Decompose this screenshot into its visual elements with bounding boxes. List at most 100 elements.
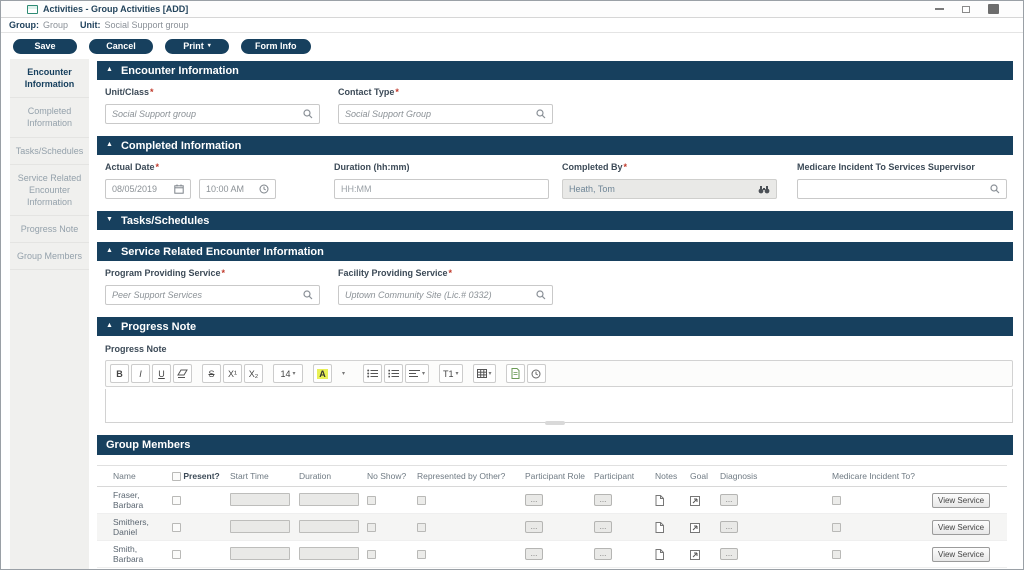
participant-lookup-button[interactable]: ... bbox=[594, 521, 612, 533]
unit-class-input[interactable] bbox=[112, 109, 299, 119]
cancel-button[interactable]: Cancel bbox=[89, 39, 153, 54]
clock-icon[interactable] bbox=[259, 184, 269, 194]
save-button[interactable]: Save bbox=[13, 39, 77, 54]
duration-label: Duration (hh:mm) bbox=[334, 162, 549, 172]
represented-checkbox[interactable] bbox=[417, 523, 426, 532]
medicare-supervisor-input[interactable] bbox=[804, 184, 986, 194]
medicare-incident-checkbox[interactable] bbox=[832, 523, 841, 532]
tasks-section-header[interactable]: ▼ Tasks/Schedules bbox=[97, 211, 1013, 230]
duration-input[interactable] bbox=[341, 184, 542, 194]
duration-input[interactable] bbox=[299, 493, 359, 506]
font-size-dropdown[interactable]: 14▾ bbox=[273, 364, 303, 383]
no-show-checkbox[interactable] bbox=[367, 550, 376, 559]
bullet-list-icon[interactable] bbox=[363, 364, 382, 383]
textarea-resize-handle[interactable] bbox=[545, 421, 565, 425]
table-dropdown[interactable]: ▾ bbox=[473, 364, 496, 383]
search-icon[interactable] bbox=[303, 290, 313, 300]
present-checkbox[interactable] bbox=[172, 496, 181, 505]
underline-button[interactable]: U bbox=[152, 364, 171, 383]
completed-by-input[interactable] bbox=[569, 184, 754, 194]
no-show-checkbox[interactable] bbox=[367, 523, 376, 532]
diagnosis-lookup-button[interactable]: ... bbox=[720, 494, 738, 506]
no-show-checkbox[interactable] bbox=[367, 496, 376, 505]
close-icon[interactable] bbox=[988, 4, 999, 14]
col-medicare-incident: Medicare Incident To? bbox=[830, 466, 930, 487]
search-icon[interactable] bbox=[303, 109, 313, 119]
notes-page-icon[interactable] bbox=[655, 495, 664, 506]
present-all-checkbox[interactable] bbox=[172, 472, 181, 481]
diagnosis-lookup-button[interactable]: ... bbox=[720, 548, 738, 560]
print-button[interactable]: Print▾ bbox=[165, 39, 229, 54]
duration-input[interactable] bbox=[299, 520, 359, 533]
minimize-icon[interactable] bbox=[935, 8, 944, 10]
diagnosis-lookup-button[interactable]: ... bbox=[720, 521, 738, 533]
heading-dropdown[interactable]: T1▾ bbox=[439, 364, 463, 383]
start-time-input[interactable] bbox=[230, 547, 290, 560]
italic-button[interactable]: I bbox=[131, 364, 150, 383]
encounter-section-header[interactable]: ▲ Encounter Information bbox=[97, 61, 1013, 80]
unit-class-field-group: Unit/Class bbox=[105, 87, 320, 124]
actual-date-input[interactable] bbox=[112, 184, 170, 194]
subscript-button[interactable]: X₂ bbox=[244, 364, 263, 383]
medicare-incident-checkbox[interactable] bbox=[832, 496, 841, 505]
view-service-button[interactable]: View Service bbox=[932, 493, 990, 508]
history-clock-icon[interactable] bbox=[527, 364, 546, 383]
notes-page-icon[interactable] bbox=[655, 549, 664, 560]
search-icon[interactable] bbox=[536, 109, 546, 119]
represented-checkbox[interactable] bbox=[417, 550, 426, 559]
completed-section-header[interactable]: ▲ Completed Information bbox=[97, 136, 1013, 155]
bold-button[interactable]: B bbox=[110, 364, 129, 383]
start-time-input[interactable] bbox=[230, 493, 290, 506]
goal-page-icon[interactable] bbox=[690, 523, 700, 533]
align-dropdown[interactable]: ▾ bbox=[405, 364, 429, 383]
view-service-button[interactable]: View Service bbox=[932, 520, 990, 535]
caret-down-icon: ▾ bbox=[489, 370, 492, 377]
participant-lookup-button[interactable]: ... bbox=[594, 494, 612, 506]
col-start-time: Start Time bbox=[228, 466, 297, 487]
strikethrough-button[interactable]: S bbox=[202, 364, 221, 383]
superscript-button[interactable]: X¹ bbox=[223, 364, 242, 383]
present-checkbox[interactable] bbox=[172, 523, 181, 532]
progress-section-header[interactable]: ▲ Progress Note bbox=[97, 317, 1013, 336]
medicare-incident-checkbox[interactable] bbox=[832, 550, 841, 559]
tasks-section-title: Tasks/Schedules bbox=[121, 215, 209, 227]
text-color-caret[interactable]: ▾ bbox=[334, 364, 353, 383]
app-window: Activities - Group Activities [ADD] Grou… bbox=[0, 0, 1024, 570]
goal-page-icon[interactable] bbox=[690, 550, 700, 560]
maximize-icon[interactable] bbox=[962, 6, 970, 13]
eraser-icon[interactable] bbox=[173, 364, 192, 383]
text-color-button[interactable]: A bbox=[313, 364, 332, 383]
search-icon[interactable] bbox=[990, 184, 1000, 194]
sidebar-item-progress-note[interactable]: Progress Note bbox=[10, 216, 89, 243]
actual-time-input[interactable] bbox=[206, 184, 255, 194]
present-checkbox[interactable] bbox=[172, 550, 181, 559]
service-section-header[interactable]: ▲ Service Related Encounter Information bbox=[97, 242, 1013, 261]
sidebar-item-tasks-schedules[interactable]: Tasks/Schedules bbox=[10, 138, 89, 165]
sidebar-item-group-members[interactable]: Group Members bbox=[10, 243, 89, 270]
participant-role-lookup-button[interactable]: ... bbox=[525, 548, 543, 560]
insert-template-icon[interactable] bbox=[506, 364, 525, 383]
calendar-icon[interactable] bbox=[174, 184, 184, 194]
search-icon[interactable] bbox=[536, 290, 546, 300]
goal-page-icon[interactable] bbox=[690, 496, 700, 506]
represented-checkbox[interactable] bbox=[417, 496, 426, 505]
contact-type-input[interactable] bbox=[345, 109, 532, 119]
binoculars-icon[interactable] bbox=[758, 185, 770, 194]
sidebar-item-completed-information[interactable]: Completed Information bbox=[10, 98, 89, 137]
form-info-button[interactable]: Form Info bbox=[241, 39, 311, 54]
start-time-input[interactable] bbox=[230, 520, 290, 533]
view-service-button[interactable]: View Service bbox=[932, 547, 990, 562]
notes-page-icon[interactable] bbox=[655, 522, 664, 533]
col-represented: Represented by Other? bbox=[415, 466, 523, 487]
numbered-list-icon[interactable] bbox=[384, 364, 403, 383]
sidebar-item-service-related[interactable]: Service Related Encounter Information bbox=[10, 165, 89, 216]
program-input[interactable] bbox=[112, 290, 299, 300]
participant-role-lookup-button[interactable]: ... bbox=[525, 521, 543, 533]
participant-role-lookup-button[interactable]: ... bbox=[525, 494, 543, 506]
sidebar-item-encounter-information[interactable]: Encounter Information bbox=[10, 59, 89, 98]
duration-input[interactable] bbox=[299, 547, 359, 560]
facility-input[interactable] bbox=[345, 290, 532, 300]
completed-by-label: Completed By bbox=[562, 162, 777, 172]
participant-lookup-button[interactable]: ... bbox=[594, 548, 612, 560]
progress-note-textarea[interactable] bbox=[105, 389, 1013, 423]
